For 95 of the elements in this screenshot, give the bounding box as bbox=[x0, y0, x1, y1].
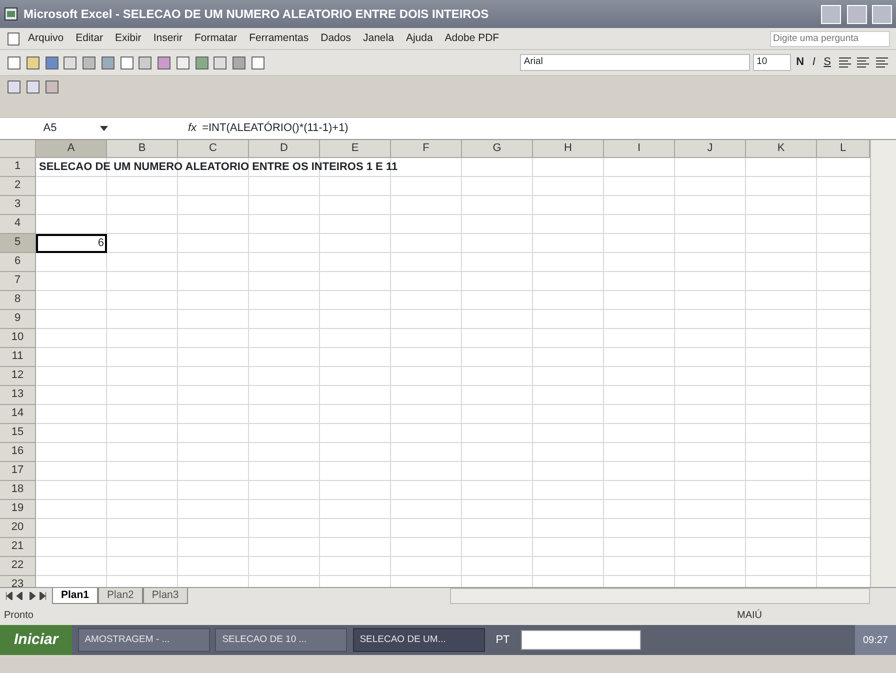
column-header[interactable]: L bbox=[817, 140, 870, 158]
bold-button[interactable]: N bbox=[793, 54, 807, 71]
row-header[interactable]: 17 bbox=[0, 462, 36, 481]
row-header[interactable]: 13 bbox=[0, 386, 36, 405]
font-size-dropdown[interactable]: 10 bbox=[752, 54, 791, 71]
italic-button[interactable]: I bbox=[810, 54, 818, 71]
status-text: Pronto bbox=[4, 608, 34, 622]
row-header[interactable]: 9 bbox=[0, 310, 36, 329]
help-search-field[interactable]: Digite uma pergunta bbox=[770, 30, 890, 46]
column-header[interactable]: F bbox=[391, 140, 462, 158]
row-header[interactable]: 5 bbox=[0, 234, 36, 253]
table-cell[interactable]: 6 bbox=[36, 234, 107, 253]
row-header[interactable]: 15 bbox=[0, 424, 36, 443]
font-dropdown[interactable]: Arial bbox=[520, 54, 750, 71]
dropdown-arrow-icon[interactable] bbox=[100, 126, 108, 131]
caps-lock-indicator: MAIÚ bbox=[737, 608, 762, 622]
toolbar-icon[interactable] bbox=[24, 78, 41, 95]
toolbar-icon[interactable] bbox=[194, 54, 210, 70]
clock: 09:27 bbox=[862, 634, 888, 648]
row-header[interactable]: 23 bbox=[0, 576, 36, 587]
toolbar-icon[interactable] bbox=[6, 54, 22, 70]
menu-item[interactable]: Adobe PDF bbox=[438, 30, 506, 46]
toolbar-icon[interactable] bbox=[24, 54, 41, 70]
column-header[interactable]: A bbox=[36, 140, 107, 158]
toolbar-icon[interactable] bbox=[44, 78, 60, 95]
toolbar-icon[interactable] bbox=[250, 54, 266, 70]
menu-item[interactable]: Inserir bbox=[147, 30, 188, 46]
row-header[interactable]: 12 bbox=[0, 367, 36, 386]
row-header[interactable]: 6 bbox=[0, 253, 36, 272]
row-header[interactable]: 1 bbox=[0, 158, 36, 177]
tab-navigation-icon[interactable] bbox=[6, 592, 46, 600]
sheet-tab[interactable]: Plan3 bbox=[142, 588, 188, 604]
start-button[interactable]: Iniciar bbox=[0, 625, 72, 655]
row-header[interactable]: 4 bbox=[0, 215, 36, 234]
column-header[interactable]: B bbox=[107, 140, 178, 158]
column-header[interactable]: D bbox=[249, 140, 320, 158]
toolbar-icon[interactable] bbox=[231, 54, 247, 70]
taskbar-button[interactable]: AMOSTRAGEM - ... bbox=[78, 628, 210, 652]
language-indicator[interactable]: PT bbox=[490, 632, 516, 648]
name-box[interactable]: A5 bbox=[0, 120, 100, 137]
menu-item[interactable]: Editar bbox=[70, 30, 110, 46]
document-icon[interactable] bbox=[6, 32, 22, 46]
column-header[interactable]: I bbox=[604, 140, 675, 158]
menu-item[interactable]: Exibir bbox=[109, 30, 148, 46]
excel-icon bbox=[4, 7, 18, 21]
column-header[interactable]: E bbox=[320, 140, 391, 158]
column-header[interactable]: H bbox=[533, 140, 604, 158]
formula-field[interactable]: =INT(ALEATÓRIO()*(11-1)+1) bbox=[202, 120, 348, 137]
toolbar-icon[interactable] bbox=[62, 54, 78, 70]
row-header[interactable]: 20 bbox=[0, 519, 36, 538]
table-cell[interactable]: SELECAO DE UM NUMERO ALEATORIO ENTRE OS INTEIROS 1 E 11 bbox=[36, 158, 401, 177]
row-header[interactable]: 18 bbox=[0, 481, 36, 500]
row-header[interactable]: 8 bbox=[0, 291, 36, 310]
underline-button[interactable]: S bbox=[820, 54, 834, 71]
menu-item[interactable]: Formatar bbox=[188, 30, 244, 46]
row-header[interactable]: 19 bbox=[0, 500, 36, 519]
column-header[interactable]: K bbox=[746, 140, 817, 158]
toolbar-icon[interactable] bbox=[137, 54, 154, 70]
row-header[interactable]: 10 bbox=[0, 329, 36, 348]
taskbar-button[interactable]: SELECAO DE UM... bbox=[352, 628, 485, 652]
toolbar-icon[interactable] bbox=[81, 54, 97, 70]
align-right-icon[interactable] bbox=[874, 54, 890, 70]
function-label: fx bbox=[188, 121, 197, 136]
row-header[interactable]: 22 bbox=[0, 557, 36, 576]
horizontal-scrollbar[interactable] bbox=[450, 588, 870, 604]
align-center-icon[interactable] bbox=[855, 54, 872, 70]
toolbar-icon[interactable] bbox=[156, 54, 172, 70]
taskbar-button[interactable]: SELECAO DE 10 ... bbox=[215, 628, 348, 652]
sheet-tab[interactable]: Plan2 bbox=[98, 588, 143, 604]
menu-item[interactable]: Dados bbox=[314, 30, 357, 46]
toolbar-icon[interactable] bbox=[6, 78, 22, 95]
row-header[interactable]: 14 bbox=[0, 405, 36, 424]
toolbar-icon[interactable] bbox=[100, 54, 116, 70]
toolbar-icon[interactable] bbox=[174, 54, 191, 70]
column-header[interactable]: C bbox=[178, 140, 249, 158]
menu-item[interactable]: Janela bbox=[356, 30, 400, 46]
align-left-icon[interactable] bbox=[836, 54, 852, 70]
menu-item[interactable]: Arquivo bbox=[22, 30, 70, 46]
vertical-scrollbar[interactable] bbox=[870, 140, 896, 587]
menu-item[interactable]: Ajuda bbox=[400, 30, 439, 46]
row-header[interactable]: 16 bbox=[0, 443, 36, 462]
toolbar-icon[interactable] bbox=[212, 54, 228, 70]
menu-item[interactable]: Ferramentas bbox=[243, 30, 315, 46]
window-title: Microsoft Excel - SELECAO DE UM NUMERO ALEATORIO ENTRE DOIS INTEIROS bbox=[24, 6, 490, 23]
row-header[interactable]: 7 bbox=[0, 272, 36, 291]
sheet-tab[interactable]: Plan1 bbox=[52, 588, 98, 604]
toolbar-icon[interactable] bbox=[118, 54, 134, 70]
row-header[interactable]: 11 bbox=[0, 348, 36, 367]
toolbar-icon[interactable] bbox=[44, 54, 60, 70]
row-header[interactable]: 21 bbox=[0, 538, 36, 557]
taskbar-search-field[interactable] bbox=[520, 630, 641, 650]
row-header[interactable]: 2 bbox=[0, 177, 36, 196]
column-header[interactable]: G bbox=[462, 140, 533, 158]
column-header[interactable]: J bbox=[675, 140, 746, 158]
row-header[interactable]: 3 bbox=[0, 196, 36, 215]
